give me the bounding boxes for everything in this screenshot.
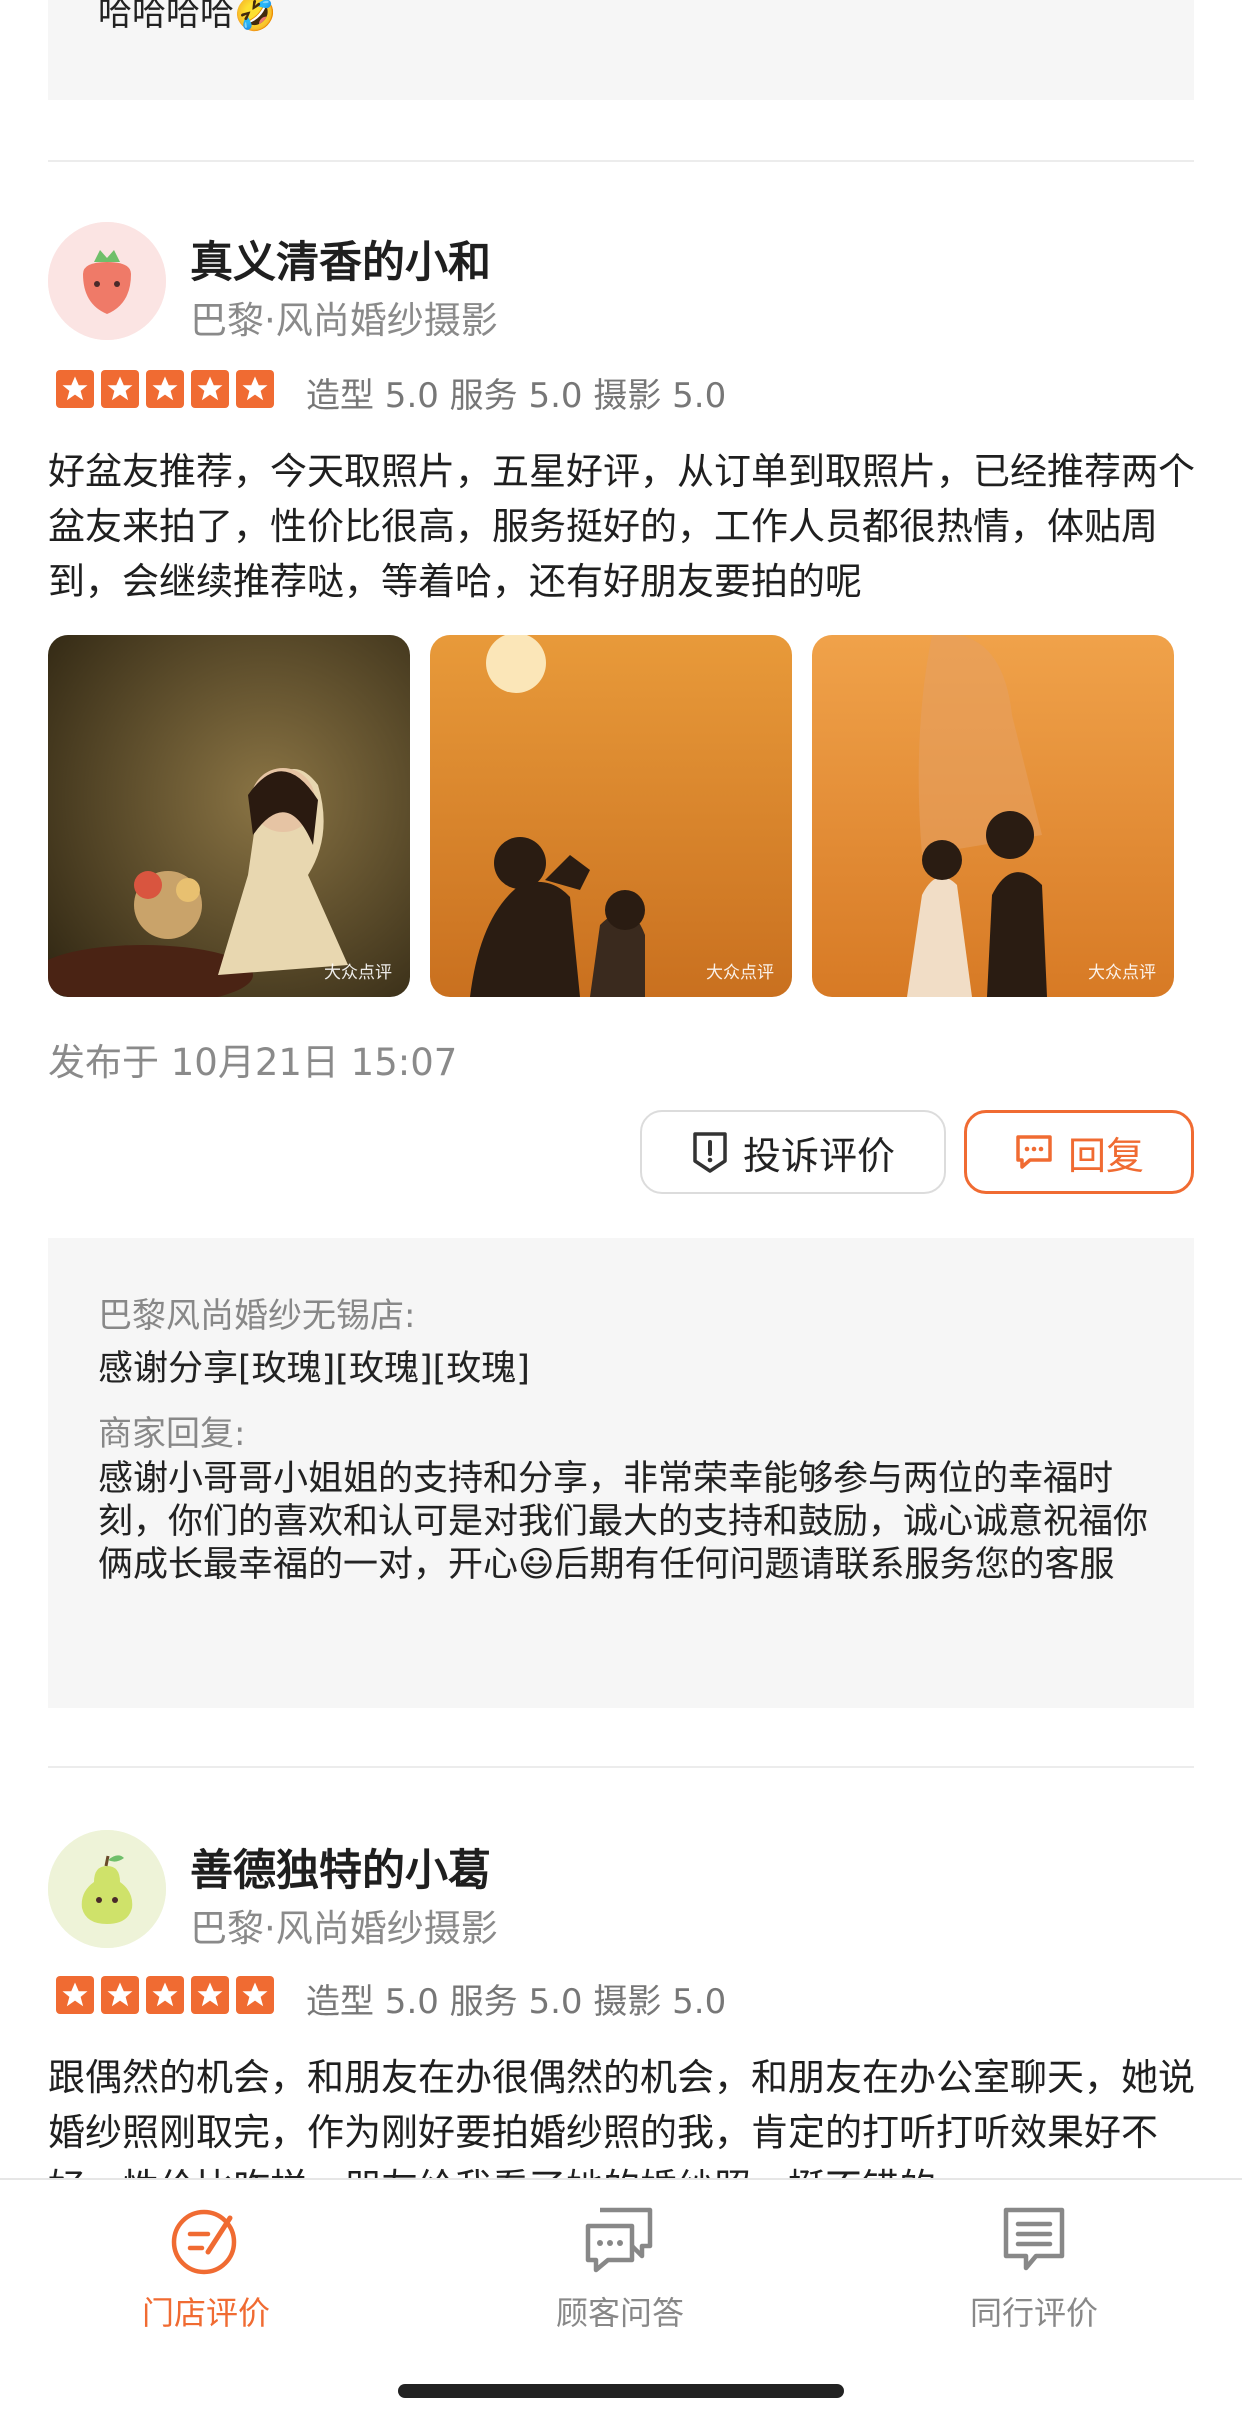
star-icon (236, 1976, 274, 2014)
woman-portrait-photo (48, 635, 410, 997)
review-photo-1[interactable]: 大众点评 (48, 635, 410, 997)
strawberry-icon (48, 222, 166, 340)
review-photo-2[interactable]: 大众点评 (430, 635, 792, 997)
pear-icon (48, 1830, 166, 1948)
tab-label: 门店评价 (141, 2294, 270, 2332)
review-photo-3[interactable]: 大众点评 (812, 635, 1174, 997)
shop-name: 巴黎·风尚婚纱摄影 (190, 1907, 498, 1950)
merchant-shop-name: 巴黎风尚婚纱无锡店: (98, 1296, 416, 1336)
review-text[interactable]: 好盆友推荐，今天取照片，五星好评，从订单到取照片，已经推荐两个盆友来拍了，性价比… (48, 444, 1198, 609)
chat-bubbles-icon (582, 2202, 658, 2278)
star-icon (191, 370, 229, 408)
star-icon (191, 1976, 229, 2014)
photo-watermark: 大众点评 (1088, 963, 1156, 983)
divider (48, 160, 1194, 162)
previous-review-text: 哈哈哈哈🤣 (98, 0, 277, 34)
star-rating (56, 370, 274, 408)
review-check-icon (168, 2202, 244, 2278)
complain-button[interactable]: 投诉评价 (640, 1110, 946, 1194)
reply-label: 回复 (1067, 1133, 1144, 1178)
photo-watermark: 大众点评 (706, 963, 774, 983)
photo-watermark: 大众点评 (324, 963, 392, 983)
merchant-reply-text: 感谢小哥哥小姐姐的支持和分享，非常荣幸能够参与两位的幸福时刻，你们的喜欢和认可是… (98, 1459, 1149, 1585)
tab-label: 顾客问答 (555, 2294, 684, 2332)
avatar-pear[interactable] (48, 1830, 166, 1948)
star-icon (146, 370, 184, 408)
avatar-strawberry[interactable] (48, 222, 166, 340)
sub-scores: 造型 5.0 服务 5.0 摄影 5.0 (306, 376, 727, 416)
star-icon (146, 1976, 184, 2014)
complain-label: 投诉评价 (742, 1133, 895, 1178)
list-doc-icon (996, 2202, 1072, 2278)
user-name[interactable]: 真义清香的小和 (190, 228, 491, 290)
star-rating (56, 1976, 274, 2014)
merchant-thanks: 感谢分享[玫瑰][玫瑰][玫瑰] (98, 1349, 530, 1389)
shop-name: 巴黎·风尚婚纱摄影 (190, 299, 498, 342)
star-icon (101, 370, 139, 408)
sub-scores: 造型 5.0 服务 5.0 摄影 5.0 (306, 1982, 727, 2022)
tab-label: 同行评价 (969, 2294, 1098, 2332)
divider (48, 1766, 1194, 1768)
star-icon (56, 1976, 94, 2014)
star-icon (101, 1976, 139, 2014)
merchant-reply-label: 商家回复: (98, 1414, 246, 1454)
merchant-reply-box: 巴黎风尚婚纱无锡店: 感谢分享[玫瑰][玫瑰][玫瑰] 商家回复: 感谢小哥哥小… (48, 1238, 1194, 1708)
star-icon (236, 370, 274, 408)
couple-heart-sunset-photo (430, 635, 792, 997)
reply-button[interactable]: 回复 (964, 1110, 1194, 1194)
couple-kiss-sunset-photo (812, 635, 1174, 997)
home-indicator (398, 2384, 844, 2398)
previous-review-tail: 哈哈哈哈🤣 (48, 0, 1194, 100)
user-name[interactable]: 善德独特的小葛 (190, 1836, 491, 1898)
comment-icon (1016, 1135, 1052, 1169)
post-time: 发布于 10月21日 15:07 (48, 1041, 458, 1084)
shield-alert-icon (693, 1132, 727, 1173)
star-icon (56, 370, 94, 408)
